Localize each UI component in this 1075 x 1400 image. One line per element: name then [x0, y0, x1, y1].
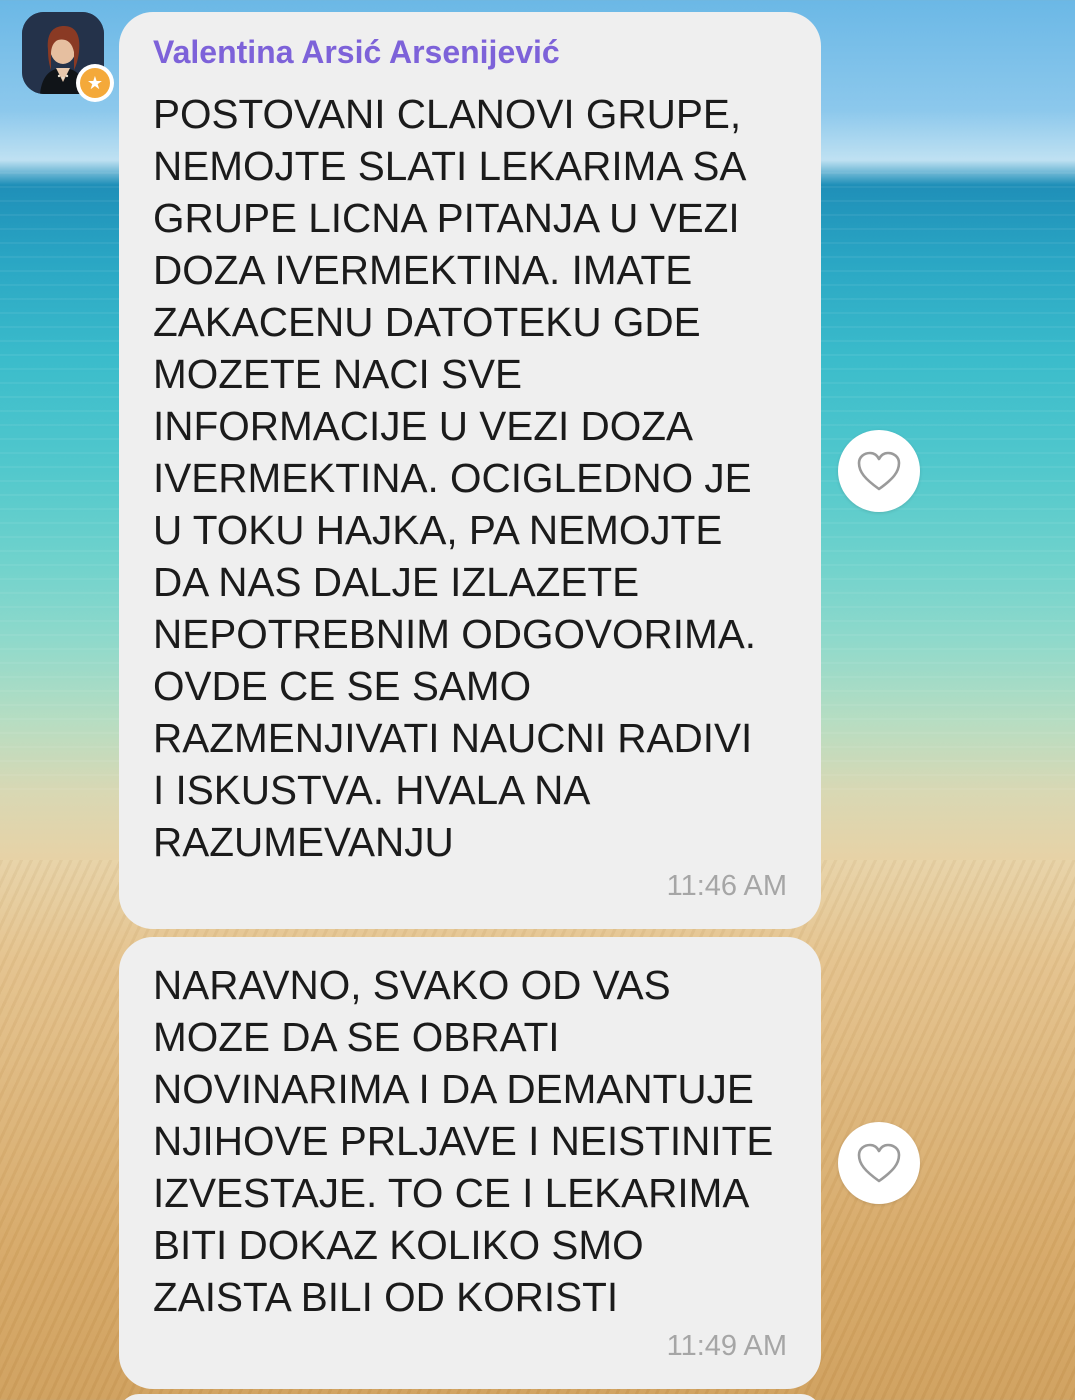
message-bubble-partial[interactable] [119, 1394, 821, 1400]
like-button[interactable] [838, 430, 920, 512]
message-bubble[interactable]: NARAVNO, SVAKO OD VAS MOZE DA SE OBRATI … [119, 937, 821, 1389]
admin-badge: ★ [76, 64, 114, 102]
like-button[interactable] [838, 1122, 920, 1204]
message-text: POSTOVANI CLANOVI GRUPE, NEMOJTE SLATI L… [153, 91, 757, 865]
message-text: NARAVNO, SVAKO OD VAS MOZE DA SE OBRATI … [153, 962, 774, 1320]
message-bubble[interactable]: Valentina Arsić Arsenijević POSTOVANI CL… [119, 12, 821, 929]
message-timestamp: 11:46 AM [666, 870, 787, 902]
sender-avatar[interactable]: ★ [22, 12, 114, 102]
heart-outline-icon [857, 1143, 901, 1183]
star-icon: ★ [80, 68, 110, 98]
message-timestamp: 11:49 AM [666, 1330, 787, 1362]
heart-outline-icon [857, 451, 901, 491]
sender-name[interactable]: Valentina Arsić Arsenijević [153, 34, 560, 71]
